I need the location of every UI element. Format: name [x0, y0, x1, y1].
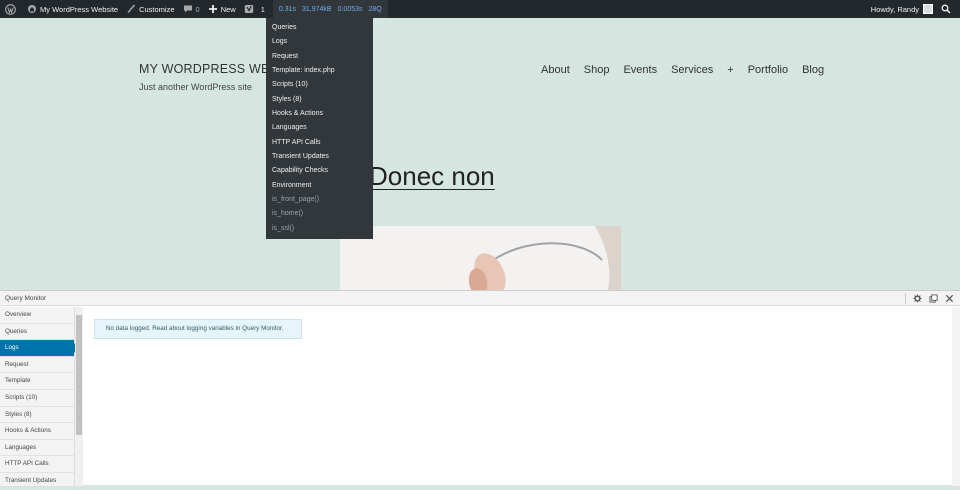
new-label: New: [220, 4, 236, 14]
sidebar-scrollbar[interactable]: [75, 307, 83, 486]
qm-menu-item-hooks[interactable]: Hooks & Actions: [266, 107, 373, 121]
qm-sidebar-item-styles[interactable]: Styles (8): [0, 407, 74, 424]
wordpress-logo-icon: [5, 3, 16, 15]
plus-icon: [208, 5, 217, 13]
qm-menu-item-template[interactable]: Template: index.php: [266, 64, 373, 78]
nav-item-blog[interactable]: Blog: [802, 64, 824, 76]
qm-panel-title-bar[interactable]: Query Monitor: [0, 291, 960, 306]
howdy-label: Howdy, Randy: [870, 4, 919, 14]
no-data-notice: No data logged. Read about logging varia…: [94, 319, 302, 339]
site-name-label: My WordPress Website: [40, 4, 119, 14]
comments-link[interactable]: 0: [179, 0, 204, 18]
gear-icon[interactable]: [913, 294, 922, 303]
qm-menu-item-http-api[interactable]: HTTP API Calls: [266, 136, 373, 150]
qm-sidebar-item-scripts[interactable]: Scripts (10): [0, 390, 74, 407]
wp-logo-button[interactable]: [0, 0, 23, 18]
comments-count: 0: [195, 4, 200, 14]
yoast-icon: [244, 5, 253, 13]
home-icon: [28, 5, 36, 13]
qm-sidebar-item-template[interactable]: Template: [0, 373, 74, 390]
site-name-link[interactable]: My WordPress Website: [23, 0, 122, 18]
qm-menu-item-logs[interactable]: Logs: [266, 35, 373, 49]
qm-menu-item-languages[interactable]: Languages: [266, 121, 373, 135]
qm-sidebar-item-queries[interactable]: Queries: [0, 324, 74, 341]
qm-menu-conditional: is_ssl(): [272, 224, 295, 232]
comment-icon: [183, 5, 192, 13]
post-title[interactable]: Donec non: [369, 161, 495, 192]
qm-stat-time: 0.31s: [278, 5, 296, 13]
qm-stat-queries: 28Q: [368, 5, 382, 13]
customize-label: Customize: [139, 4, 175, 14]
qm-sidebar-item-hooks[interactable]: Hooks & Actions: [0, 423, 74, 440]
qm-menu-conditional: is_home(): [272, 210, 304, 218]
search-button[interactable]: [937, 0, 960, 18]
qm-sidebar-item-request[interactable]: Request: [0, 357, 74, 374]
separator: [905, 293, 906, 304]
nav-item-services[interactable]: Services: [671, 64, 713, 76]
qm-menu-item-styles[interactable]: Styles (8): [266, 93, 373, 107]
qm-menu-item-queries[interactable]: Queries: [266, 21, 373, 35]
panel-scrollbar[interactable]: [952, 307, 960, 486]
nav-item-about[interactable]: About: [541, 64, 570, 76]
qm-sidebar: Overview Queries Logs Request Template S…: [0, 307, 79, 490]
nav-item-portfolio[interactable]: Portfolio: [748, 64, 788, 76]
brush-icon: [127, 4, 136, 13]
my-account-menu[interactable]: Howdy, Randy: [867, 0, 937, 18]
qm-stat-db-time: 0.0053s: [337, 5, 363, 13]
qm-sidebar-item-overview[interactable]: Overview: [0, 307, 74, 324]
avatar: [923, 4, 933, 14]
nav-item-shop[interactable]: Shop: [584, 64, 610, 76]
qm-menu-item-transients[interactable]: Transient Updates: [266, 150, 373, 164]
qm-menu-item-capabilities[interactable]: Capability Checks: [266, 164, 373, 178]
qm-menu-item-scripts[interactable]: Scripts (10): [266, 78, 373, 92]
query-monitor-dropdown: Queries Logs Request Template: index.php…: [266, 18, 373, 239]
site-description: Just another WordPress site: [139, 82, 252, 92]
qm-menu-item-request[interactable]: Request: [266, 50, 373, 64]
popout-icon[interactable]: [929, 294, 938, 303]
search-icon: [941, 4, 951, 14]
admin-bar: My WordPress Website Customize 0 New 1 0…: [0, 0, 960, 18]
qm-stat-memory: 31,974kB: [302, 5, 332, 13]
featured-image-art: [340, 226, 621, 290]
query-monitor-panel: Query Monitor Overview Queries Logs Requ…: [0, 290, 960, 490]
query-monitor-stats[interactable]: 0.31s 31,974kB 0.0053s 28Q: [272, 0, 388, 18]
new-content-menu[interactable]: New: [204, 0, 240, 18]
primary-nav: About Shop Events Services + Portfolio B…: [541, 64, 824, 76]
qm-sidebar-item-languages[interactable]: Languages: [0, 440, 74, 457]
nav-item-events[interactable]: Events: [623, 64, 657, 76]
scrollbar-thumb[interactable]: [76, 315, 82, 435]
qm-menu-item-environment[interactable]: Environment: [266, 179, 373, 193]
yoast-count: 1: [260, 4, 265, 14]
qm-sidebar-item-logs[interactable]: Logs: [0, 340, 79, 357]
qm-sidebar-item-transients[interactable]: Transient Updates: [0, 473, 74, 490]
submenu-toggle[interactable]: +: [727, 64, 733, 76]
qm-panel-title: Query Monitor: [5, 294, 47, 302]
qm-menu-conditional: is_front_page(): [272, 196, 320, 204]
close-icon[interactable]: [945, 294, 954, 303]
featured-image[interactable]: [340, 226, 621, 290]
customize-link[interactable]: Customize: [122, 0, 178, 18]
qm-sidebar-item-http-api[interactable]: HTTP API Calls: [0, 456, 74, 473]
yoast-menu[interactable]: 1: [240, 0, 269, 18]
